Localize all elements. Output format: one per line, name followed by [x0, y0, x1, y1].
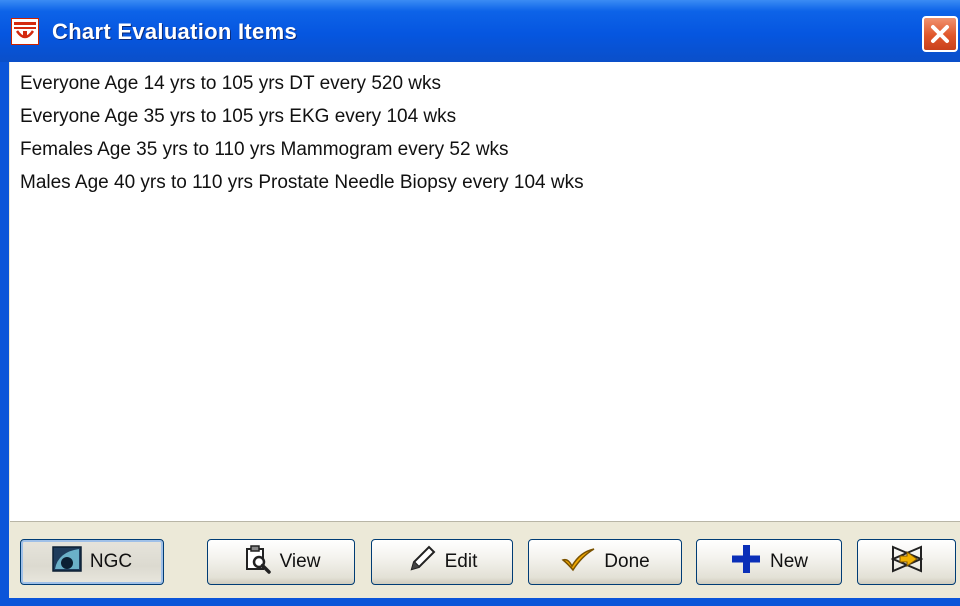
evaluation-items-list[interactable]: Everyone Age 14 yrs to 105 yrs DT every …	[10, 62, 960, 522]
ngc-button-label: NGC	[89, 551, 133, 572]
window-bottom-border	[0, 598, 960, 606]
new-button-label: New	[769, 551, 808, 572]
exit-button[interactable]	[857, 539, 956, 585]
close-icon	[931, 25, 949, 43]
edit-button-label: Edit	[444, 551, 478, 572]
checkmark-icon	[560, 546, 596, 578]
client-area: Everyone Age 14 yrs to 105 yrs DT every …	[9, 62, 960, 598]
edit-button[interactable]: Edit	[371, 539, 513, 585]
window-title: Chart Evaluation Items	[52, 19, 297, 44]
new-button[interactable]: New	[696, 539, 842, 585]
window: Chart Evaluation Items Everyone Age 14 y…	[0, 0, 960, 606]
done-button[interactable]: Done	[528, 539, 682, 585]
app-logo-icon	[11, 18, 39, 45]
pencil-icon	[407, 544, 437, 580]
done-button-label: Done	[604, 551, 650, 572]
list-item[interactable]: Everyone Age 35 yrs to 105 yrs EKG every…	[10, 100, 960, 133]
list-item[interactable]: Males Age 40 yrs to 110 yrs Prostate Nee…	[10, 166, 960, 199]
close-button[interactable]	[922, 16, 958, 52]
ngc-button[interactable]: NGC	[20, 539, 164, 585]
list-item[interactable]: Everyone Age 14 yrs to 105 yrs DT every …	[10, 67, 960, 100]
view-button-label: View	[279, 551, 321, 572]
ngc-icon	[52, 546, 82, 578]
view-button[interactable]: View	[207, 539, 355, 585]
exit-arrow-icon	[889, 545, 924, 579]
title-bar[interactable]: Chart Evaluation Items	[0, 0, 960, 62]
plus-icon	[730, 543, 762, 581]
clipboard-magnifier-icon	[242, 544, 272, 580]
list-item[interactable]: Females Age 35 yrs to 110 yrs Mammogram …	[10, 133, 960, 166]
